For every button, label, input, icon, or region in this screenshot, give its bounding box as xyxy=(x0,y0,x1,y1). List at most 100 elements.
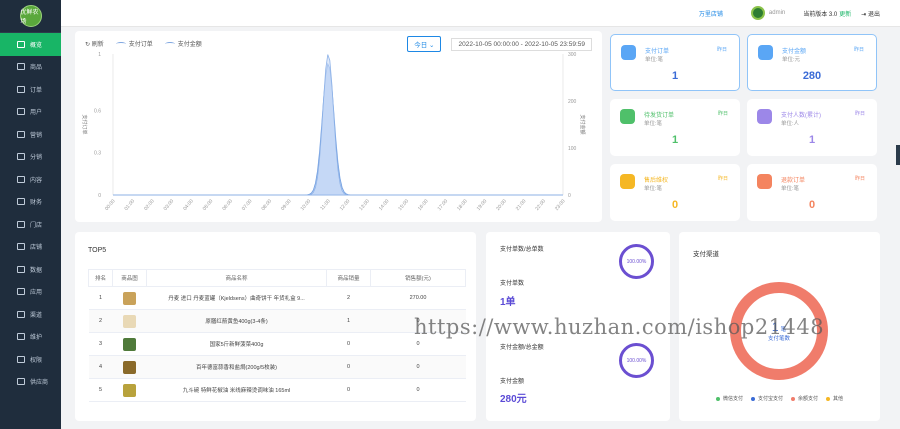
x-tick-label: 18:00 xyxy=(456,198,469,212)
sidebar-item-7[interactable]: 财务 xyxy=(0,191,61,214)
stat-title: 退款订单 xyxy=(781,178,806,184)
scrollbar-handle[interactable] xyxy=(896,145,900,165)
cell-name: 丹麦 进口 丹麦蓝罐（Kjeldsens）曲奇饼干 年货礼盒 9... xyxy=(146,286,327,310)
stat-title: 支付金额 xyxy=(782,49,807,55)
store-link[interactable]: 万里店铺 xyxy=(699,9,723,18)
product-thumbnail[interactable] xyxy=(123,360,136,374)
sidebar-item-6[interactable]: 内容 xyxy=(0,168,61,191)
top5-title: TOP5 xyxy=(88,247,107,254)
stat-value: 1 xyxy=(671,134,679,146)
cell-amount: 270.00 xyxy=(370,286,466,310)
y-left-tick-label: 0 xyxy=(98,193,101,199)
update-link[interactable]: 更新 xyxy=(839,9,851,18)
cell-image xyxy=(112,378,147,402)
sidebar-item-2[interactable]: 订单 xyxy=(0,78,61,101)
channel-legend-item[interactable]: 支付宝支付 xyxy=(750,395,783,402)
sidebar-item-13[interactable]: 维护 xyxy=(0,326,61,349)
stat-icon xyxy=(620,109,635,124)
stat-tile[interactable]: 退款订单 单位:笔 昨日 0 xyxy=(747,164,877,221)
channel-legend-item[interactable]: 余额支付 xyxy=(791,395,818,402)
menu-icon xyxy=(17,333,25,341)
channel-legend-item[interactable]: 微信支付 xyxy=(715,395,743,402)
stat-tile[interactable]: 支付订单 单位:笔 昨日 1 xyxy=(610,34,740,91)
cell-rank: 3 xyxy=(88,332,113,356)
sidebar-item-label: 数据 xyxy=(30,267,43,274)
cell-rank: 5 xyxy=(88,378,113,402)
x-tick-label: 23:00 xyxy=(554,198,567,212)
pay-rate2-ring: 100.00% xyxy=(619,343,654,378)
table-row[interactable]: 5 九斗碗 特鲜花椒油 米线麻辣烫调味油 165ml 0 0 xyxy=(88,378,466,402)
refresh-button[interactable]: ↻ 刷新 xyxy=(85,39,104,48)
table-row[interactable]: 4 百年德富蒜香和盐焗(200g/5枚装) 0 0 xyxy=(88,355,466,379)
sidebar-item-1[interactable]: 商品 xyxy=(0,56,61,79)
table-row[interactable]: 1 丹麦 进口 丹麦蓝罐（Kjeldsens）曲奇饼干 年货礼盒 9... 2 270… xyxy=(88,286,466,310)
stat-unit: 单位:元 xyxy=(782,57,801,63)
cell-amount: 0 xyxy=(370,378,466,402)
sidebar-item-5[interactable]: 分销 xyxy=(0,146,61,169)
sidebar-item-8[interactable]: 门店 xyxy=(0,213,61,236)
cell-sales: 1 xyxy=(326,309,371,333)
legend-line-icon xyxy=(115,42,126,46)
sidebar-item-11[interactable]: 应用 xyxy=(0,281,61,304)
stat-tile[interactable]: 售后维权 单位:笔 昨日 0 xyxy=(610,164,740,221)
x-tick-label: 07:00 xyxy=(241,198,254,212)
menu-icon xyxy=(17,288,25,296)
product-thumbnail[interactable] xyxy=(123,337,136,351)
sidebar-item-label: 权限 xyxy=(30,357,43,364)
col-name: 商品名称 xyxy=(146,269,327,287)
date-separator: - xyxy=(520,40,523,48)
table-row[interactable]: 3 国家5斤新鲜菠菜400g 0 0 xyxy=(88,332,466,356)
x-tick-label: 11:00 xyxy=(319,198,332,211)
product-thumbnail[interactable] xyxy=(123,291,136,305)
menu-icon xyxy=(17,63,25,71)
pay-rate1-value: 100.00% xyxy=(626,258,647,265)
x-tick-label: 00:00 xyxy=(104,198,117,212)
product-thumbnail[interactable] xyxy=(123,383,136,397)
x-tick-label: 06:00 xyxy=(221,198,234,212)
col-rank: 排名 xyxy=(88,269,113,287)
sidebar-item-3[interactable]: 用户 xyxy=(0,101,61,124)
chart-toolbar: ↻ 刷新 支付订单 支付金额 xyxy=(85,39,202,48)
stat-unit: 单位:笔 xyxy=(781,186,800,192)
chevron-down-icon: ⌄ xyxy=(429,42,435,49)
sidebar-item-12[interactable]: 渠道 xyxy=(0,303,61,326)
top5-table: 排名 商品图 商品名称 商品销量 销售额(元) 1 丹麦 进口 丹麦蓝罐（Kjel… xyxy=(88,269,466,402)
sidebar-item-14[interactable]: 权限 xyxy=(0,348,61,371)
stat-tag: 昨日 xyxy=(716,47,727,53)
legend-orders[interactable]: 支付订单 xyxy=(115,39,153,48)
username[interactable]: admin xyxy=(769,10,785,16)
legend-label: 其他 xyxy=(833,396,844,402)
avatar[interactable] xyxy=(750,6,765,20)
legend-label: 支付宝支付 xyxy=(757,396,783,402)
sidebar-item-label: 应用 xyxy=(30,290,43,297)
sidebar-item-9[interactable]: 店铺 xyxy=(0,236,61,259)
sidebar-item-4[interactable]: 营销 xyxy=(0,123,61,146)
menu-icon xyxy=(17,85,25,93)
cell-sales: 2 xyxy=(326,286,371,310)
cell-image xyxy=(112,309,147,333)
logout-button[interactable]: ⇥ 退出 xyxy=(861,9,880,18)
sidebar-item-15[interactable]: 供应商 xyxy=(0,371,61,394)
stat-tile[interactable]: 支付人数(累计) 单位:人 昨日 1 xyxy=(747,99,877,156)
cell-sales: 0 xyxy=(326,355,371,379)
stat-tile[interactable]: 支付金额 单位:元 昨日 280 xyxy=(747,34,877,91)
sidebar-item-10[interactable]: 数据 xyxy=(0,258,61,281)
x-tick-label: 02:00 xyxy=(143,198,156,212)
menu-icon xyxy=(17,198,25,206)
stat-value: 1 xyxy=(671,70,679,82)
menu-icon xyxy=(17,130,25,138)
menu-icon xyxy=(17,175,25,183)
legend-amount[interactable]: 支付金额 xyxy=(164,39,202,48)
sales-area-chart: 0 0.3 0.6 1 0 100 200 300 支付订单 支付金额 00:00 01:00 02:0… xyxy=(81,52,586,212)
stat-value: 0 xyxy=(671,199,679,211)
logo[interactable]: 优鲜农场 xyxy=(0,0,61,33)
stat-tile[interactable]: 待发货订单 单位:笔 昨日 1 xyxy=(610,99,740,156)
channel-legend-item[interactable]: 其他 xyxy=(826,395,843,402)
sidebar-item-label: 订单 xyxy=(30,87,43,94)
stat-title: 售后维权 xyxy=(644,178,669,184)
table-row[interactable]: 2 原膳红箭黄鱼400g(3-4条) 1 0 xyxy=(88,309,466,333)
sidebar-item-0[interactable]: 概览 xyxy=(0,33,61,56)
legend-dot-icon xyxy=(791,396,795,401)
product-thumbnail[interactable] xyxy=(123,314,136,328)
refresh-label: 刷新 xyxy=(91,42,104,48)
